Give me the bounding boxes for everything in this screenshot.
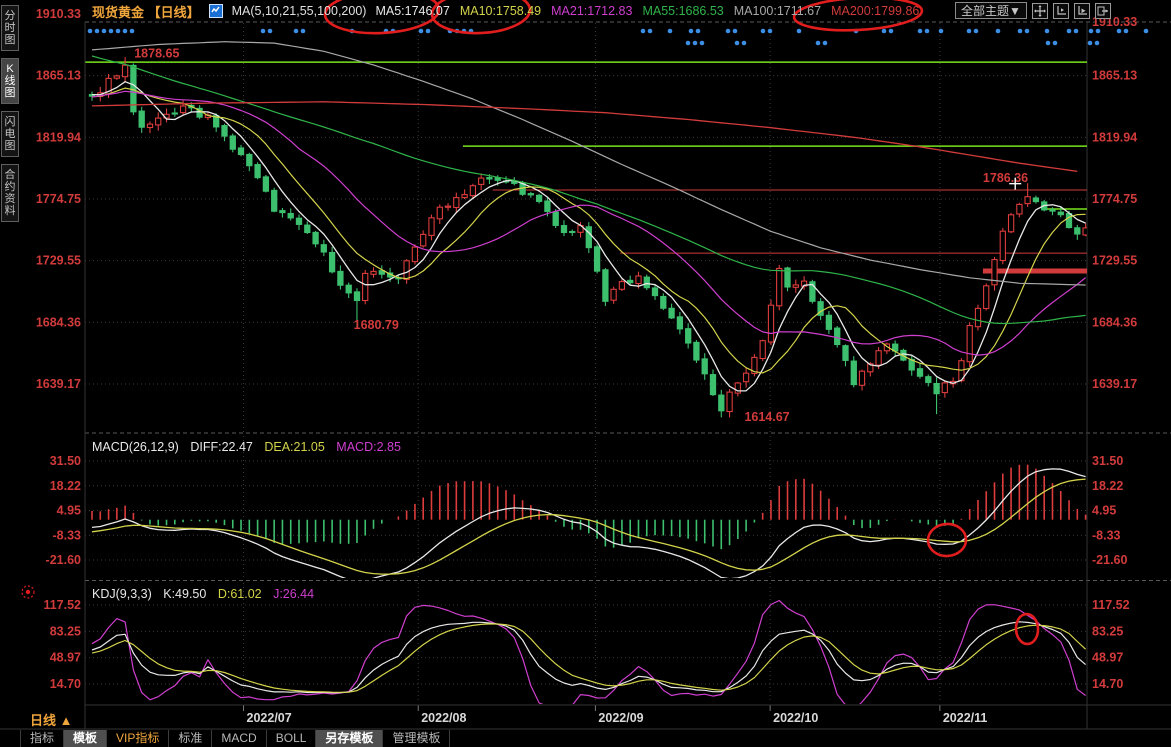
month-label: 2022/09 [598, 711, 643, 725]
bottom-tab-模板[interactable]: 模板 [64, 730, 107, 747]
macd-header: MACD(26,12,9) DIFF:22.47 DEA:21.05 MACD:… [92, 440, 409, 454]
chart-canvas: 1878.651680.791614.671786.361910.331910.… [0, 0, 1171, 747]
move-icon[interactable] [1032, 3, 1048, 19]
bottom-tab-另存模板[interactable]: 另存模板 [316, 730, 383, 747]
main-axis-label-right: 1774.75 [1092, 192, 1137, 206]
macd-axis-label-left: -8.33 [53, 528, 82, 542]
main-axis-label-left: 1865.13 [36, 69, 81, 83]
pane-marker-icon [22, 586, 34, 598]
ma-legend-item: MA55:1686.53 [642, 4, 723, 18]
kdj-j-line [92, 601, 1086, 711]
all-themes-dropdown[interactable]: 全部主题▼ [955, 2, 1027, 19]
kdj-axis-label-right: 117.52 [1092, 598, 1130, 612]
main-axis-label-left: 1910.33 [36, 7, 81, 21]
popout-icon[interactable] [1095, 3, 1111, 19]
ma-parameters-label: MA(5,10,21,55,100,200) [232, 4, 367, 18]
macd-axis-label-left: 31.50 [50, 454, 81, 468]
ma-legend-item: MA10:1758.49 [460, 4, 541, 18]
main-axis-label-right: 1639.17 [1092, 377, 1137, 391]
annotation-circle [1015, 613, 1039, 644]
month-label: 2022/11 [943, 711, 988, 725]
play-axis-icon[interactable] [1074, 3, 1090, 19]
macd-diff-value: DIFF:22.47 [190, 440, 253, 454]
kdj-header: KDJ(9,3,3) K:49.50 D:61.02 J:26.44 [92, 587, 322, 601]
macd-params-label: MACD(26,12,9) [92, 440, 179, 454]
symbol-title: 现货黄金 【日线】 [92, 2, 200, 21]
macd-axis-label-right: 31.50 [1092, 454, 1123, 468]
macd-histogram [92, 465, 1086, 550]
price-annotation-label: 1878.65 [134, 46, 179, 60]
macd-axis-label-right: -8.33 [1092, 528, 1121, 542]
macd-axis-label-right: 4.95 [1092, 503, 1116, 517]
kdj-k-value: K:49.50 [163, 587, 206, 601]
kdj-axis-label-left: 14.70 [50, 677, 81, 691]
main-axis-label-left: 1819.94 [36, 130, 81, 144]
bottom-tab-BOLL[interactable]: BOLL [267, 730, 317, 747]
month-label: 2022/08 [421, 711, 466, 725]
price-annotation-label: 1786.36 [983, 171, 1028, 185]
ma-legend-item: MA200:1799.86 [831, 4, 919, 18]
main-axis-label-right: 1865.13 [1092, 69, 1137, 83]
bottom-tab-VIP指标[interactable]: VIP指标 [107, 730, 169, 747]
chart-toolbar: 全部主题▼ [955, 2, 1111, 19]
kdj-j-value: J:26.44 [273, 587, 314, 601]
left-chart-type-sidebar: 分时图 K线图闪电图合约资料 [1, 5, 20, 222]
bottom-tab-指标[interactable]: 指标 [20, 730, 64, 747]
kdj-d-value: D:61.02 [218, 587, 262, 601]
macd-dea-value: DEA:21.05 [264, 440, 324, 454]
charting-app-window: 1878.651680.791614.671786.361910.331910.… [0, 0, 1171, 747]
main-axis-label-left: 1729.55 [36, 254, 81, 268]
macd-axis-label-left: -21.60 [46, 553, 81, 567]
kdj-axis-label-right: 14.70 [1092, 677, 1123, 691]
sidebar-tab-合约资料[interactable]: 合约资料 [1, 164, 19, 222]
ma-legend-item: MA5:1746.07 [375, 4, 449, 18]
ma-legend-item: MA21:1712.83 [551, 4, 632, 18]
candlestick-series [89, 57, 1088, 417]
price-annotation-label: 1680.79 [354, 318, 399, 332]
sidebar-tab-闪电图[interactable]: 闪电图 [1, 111, 19, 157]
macd-axis-label-right: 18.22 [1092, 479, 1123, 493]
kdj-params-label: KDJ(9,3,3) [92, 587, 152, 601]
kdj-axis-label-right: 83.25 [1092, 624, 1123, 638]
macd-axis-label-left: 4.95 [57, 503, 81, 517]
macd-axis-label-right: -21.60 [1092, 553, 1127, 567]
chart-header: 现货黄金 【日线】 MA(5,10,21,55,100,200) MA5:174… [92, 2, 919, 20]
zoom-axis-icon[interactable] [1053, 3, 1069, 19]
macd-axis-label-left: 18.22 [50, 479, 81, 493]
bottom-tab-MACD[interactable]: MACD [212, 730, 266, 747]
ma200-line [92, 102, 1077, 172]
kdj-axis-label-left: 83.25 [50, 624, 81, 638]
ma-legend-item: MA100:1711.67 [734, 4, 821, 18]
kline-indicator-icon [209, 4, 223, 18]
period-selector[interactable]: 日线 ▲ [30, 710, 72, 729]
main-axis-label-right: 1819.94 [1092, 130, 1137, 144]
main-axis-label-right: 1729.55 [1092, 254, 1137, 268]
month-label: 2022/10 [773, 711, 818, 725]
bottom-tab-管理模板[interactable]: 管理模板 [383, 730, 450, 747]
main-axis-label-left: 1639.17 [36, 377, 81, 391]
kdj-axis-label-left: 117.52 [43, 598, 81, 612]
kdj-axis-label-left: 48.97 [50, 651, 81, 665]
kdj-axis-label-right: 48.97 [1092, 651, 1123, 665]
sidebar-tab-K线图[interactable]: K线图 [1, 58, 19, 104]
main-axis-label-left: 1684.36 [36, 315, 81, 329]
main-axis-label-right: 1684.36 [1092, 315, 1137, 329]
main-axis-label-left: 1774.75 [36, 192, 81, 206]
price-annotation-label: 1614.67 [744, 410, 789, 424]
month-label: 2022/07 [247, 711, 292, 725]
ma-legend: MA5:1746.07 MA10:1758.49 MA21:1712.83 MA55:… [375, 4, 919, 18]
sidebar-tab-分时图[interactable]: 分时图 [1, 5, 19, 51]
macd-macd-value: MACD:2.85 [336, 440, 401, 454]
bottom-tab-标准[interactable]: 标准 [169, 730, 212, 747]
bottom-tab-bar: 指标模板VIP指标标准MACDBOLL另存模板管理模板 [20, 730, 450, 747]
